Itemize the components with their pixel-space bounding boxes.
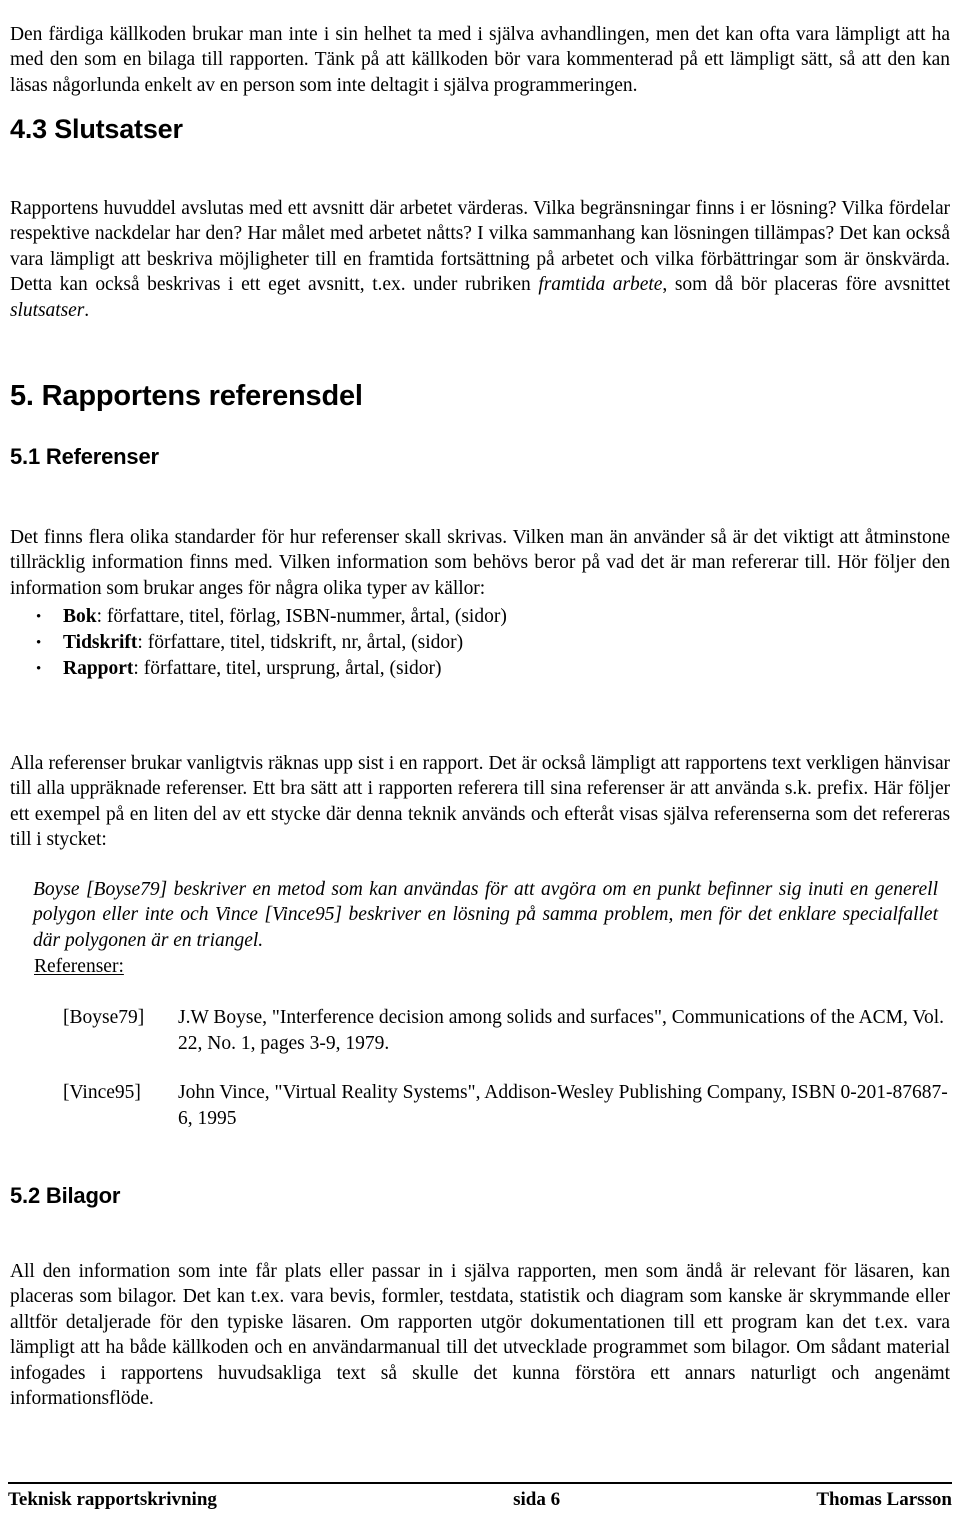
- list-item: • Rapport: författare, titel, ursprung, …: [0, 656, 940, 682]
- list-item-label: Rapport: [63, 658, 134, 679]
- footer-page-number: sida 6: [513, 1489, 561, 1510]
- list-item-text: Rapport: författare, titel, ursprung, år…: [63, 656, 442, 682]
- list-item-detail: : författare, titel, förlag, ISBN-nummer…: [96, 606, 507, 627]
- reference-key: [Boyse79]: [63, 1007, 145, 1028]
- reference-text: John Vince, "Virtual Reality Systems", A…: [178, 1082, 948, 1129]
- heading-5-2-bilagor: 5.2 Bilagor: [10, 1183, 121, 1208]
- reference-text: J.W Boyse, "Interference decision among …: [178, 1007, 945, 1054]
- footer-divider: [8, 1482, 952, 1484]
- bullet-icon: •: [36, 661, 42, 677]
- list-item-label: Tidskrift: [63, 632, 138, 653]
- section-5-2-paragraph: All den information som inte får plats e…: [10, 1260, 950, 1410]
- source-types-list: • Bok: författare, titel, förlag, ISBN-n…: [0, 604, 940, 682]
- section-5-1-intro-paragraph: Det finns flera olika standarder för hur…: [10, 526, 950, 599]
- document-page: Den färdiga källkoden brukar man inte i …: [0, 0, 960, 1517]
- bullet-icon: •: [36, 635, 42, 651]
- list-item-text: Bok: författare, titel, förlag, ISBN-num…: [63, 604, 507, 630]
- list-item-text: Tidskrift: författare, titel, tidskrift,…: [63, 630, 463, 656]
- list-item-detail: : författare, titel, ursprung, årtal, (s…: [133, 658, 442, 679]
- page-footer: Teknisk rapportskrivning sida 6 Thomas L…: [8, 1488, 952, 1512]
- reference-key: [Vince95]: [63, 1082, 141, 1103]
- intro-paragraph: Den färdiga källkoden brukar man inte i …: [10, 23, 950, 96]
- section-4-3-italic-framtida-arbete: framtida arbete: [538, 274, 663, 296]
- heading-5-rapportens-referensdel: 5. Rapportens referensdel: [10, 380, 363, 412]
- section-4-3-italic-slutsatser: slutsatser: [10, 299, 85, 321]
- footer-author: Thomas Larsson: [816, 1489, 952, 1510]
- section-4-3-text-part2: , som då bör placeras före avsnittet: [662, 274, 950, 296]
- heading-4-3-slutsatser: 4.3 Slutsatser: [10, 114, 183, 144]
- list-item-detail: : författare, titel, tidskrift, nr, årta…: [137, 632, 464, 653]
- section-5-1-prefix-paragraph: Alla referenser brukar vanligtvis räknas…: [10, 752, 950, 851]
- bullet-icon: •: [36, 609, 42, 625]
- footer-document-title: Teknisk rapportskrivning: [8, 1489, 217, 1510]
- references-label: Referenser:: [34, 956, 124, 977]
- list-item-label: Bok: [63, 606, 97, 627]
- list-item: • Bok: författare, titel, förlag, ISBN-n…: [0, 604, 940, 630]
- section-4-3-text-part3: .: [84, 299, 90, 321]
- heading-5-1-referenser: 5.1 Referenser: [10, 444, 159, 469]
- reference-prefix-example: Boyse [Boyse79] beskriver en metod som k…: [33, 878, 938, 951]
- list-item: • Tidskrift: författare, titel, tidskrif…: [0, 630, 940, 656]
- section-4-3-paragraph: Rapportens huvuddel avslutas med ett avs…: [10, 196, 950, 324]
